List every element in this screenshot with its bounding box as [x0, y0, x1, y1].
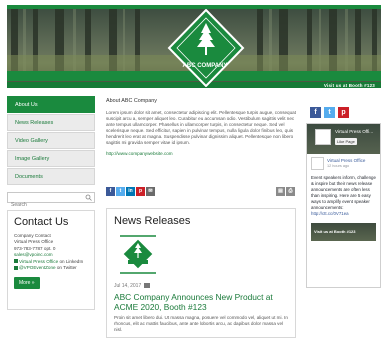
- post-image-text: Visit us at Booth #123: [314, 229, 356, 234]
- linkedin-suffix: on LinkedIn: [59, 258, 84, 264]
- twitter-icon: [14, 265, 18, 270]
- search-box: [7, 192, 95, 210]
- share-bar: f t in p ✉ ▤ ⎙: [106, 187, 296, 197]
- twitter-icon[interactable]: t: [324, 107, 335, 118]
- fb-page-name[interactable]: Virtual Press Offi...: [335, 129, 373, 134]
- contact-email-link[interactable]: sales@vpoinc.com: [14, 252, 53, 257]
- facebook-icon[interactable]: f: [310, 107, 321, 118]
- print-icon[interactable]: ⎙: [286, 187, 295, 196]
- company-logo-text: ABC COMPANY: [182, 63, 228, 69]
- header-banner: ABC COMPANY Visit us at Booth #123: [7, 5, 381, 88]
- news-date-text: Jul 14, 2017: [114, 283, 142, 289]
- news-thumbnail-logo-icon[interactable]: [120, 235, 156, 275]
- sidebar-item-about-us[interactable]: About Us: [7, 96, 95, 113]
- sidebar-nav: About Us News Releases Video Gallery Ima…: [7, 96, 95, 186]
- about-title: About ABC Company: [106, 98, 157, 104]
- facebook-icon[interactable]: f: [106, 187, 115, 196]
- search-input[interactable]: [8, 200, 84, 210]
- twitter-line: @VPOEventZone on Twitter: [14, 265, 88, 271]
- social-icons: ftp: [310, 101, 352, 119]
- contact-panel: Contact Us Company Contact Virtual Press…: [7, 210, 95, 310]
- twitter-link[interactable]: @VPOEventZone: [19, 265, 56, 270]
- contact-title: Contact Us: [14, 216, 69, 228]
- pdf-icon[interactable]: ▤: [276, 187, 285, 196]
- page-avatar[interactable]: [315, 129, 331, 145]
- company-website-link[interactable]: http://www.companywebsite.com: [106, 151, 296, 156]
- like-page-button[interactable]: Like Page: [335, 138, 357, 145]
- news-date: Jul 14, 2017: [114, 283, 288, 289]
- search-icon[interactable]: [85, 194, 92, 201]
- about-body: Lorem ipsum dolor sit amet, consectetur …: [106, 110, 296, 146]
- company-logo-icon: [167, 9, 245, 87]
- sidebar-item-video-gallery[interactable]: Video Gallery: [7, 132, 95, 149]
- news-headline-link[interactable]: ABC Company Announces New Product at ACM…: [114, 292, 288, 312]
- email-icon[interactable]: ✉: [146, 187, 155, 196]
- pinterest-icon[interactable]: p: [338, 107, 349, 118]
- news-releases-panel: News Releases Jul 14, 2017 ABC Company A…: [106, 208, 296, 338]
- news-title: News Releases: [114, 215, 191, 227]
- linkedin-link[interactable]: Virtual Press Office: [19, 259, 58, 264]
- news-excerpt: Proin sit amet libero dui. Ut massa magn…: [114, 315, 288, 332]
- sidebar-item-image-gallery[interactable]: Image Gallery: [7, 150, 95, 167]
- post-image[interactable]: Visit us at Booth #123: [311, 223, 376, 241]
- linkedin-icon: [14, 259, 18, 264]
- more-button[interactable]: More »: [14, 277, 40, 290]
- sidebar-item-documents[interactable]: Documents: [7, 168, 95, 185]
- twitter-icon[interactable]: t: [116, 187, 125, 196]
- booth-announcement: Visit us at Booth #123: [323, 83, 375, 88]
- post-avatar[interactable]: [311, 157, 324, 170]
- linkedin-icon[interactable]: in: [126, 187, 135, 196]
- facebook-page-widget[interactable]: Virtual Press Offi... Like Page Virtual …: [306, 123, 381, 288]
- sidebar-item-news-releases[interactable]: News Releases: [7, 114, 95, 131]
- camera-icon: [144, 283, 151, 289]
- post-time: 12 hours ago: [327, 164, 350, 168]
- about-section: About ABC Company Lorem ipsum dolor sit …: [106, 98, 296, 156]
- twitter-suffix: on Twitter: [56, 265, 77, 271]
- pinterest-icon[interactable]: p: [136, 187, 145, 196]
- post-link[interactable]: http://ctt.cc/0V71ea: [311, 211, 376, 217]
- post-text: Event speakers inform, challenge & inspi…: [311, 175, 376, 210]
- fb-widget-header: Virtual Press Offi... Like Page: [307, 124, 380, 154]
- post-author[interactable]: Virtual Press Office: [327, 158, 365, 163]
- fb-post: Virtual Press Office 12 hours ago Event …: [307, 154, 380, 220]
